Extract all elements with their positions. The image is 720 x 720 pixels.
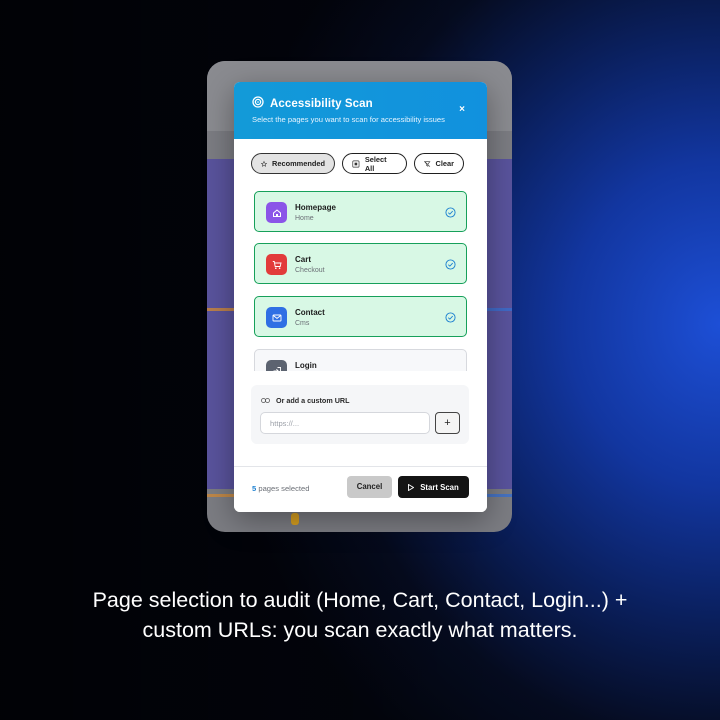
background-divider	[207, 494, 235, 497]
select-all-label: Select All	[364, 154, 387, 173]
custom-url-label: Or add a custom URL	[276, 396, 350, 405]
check-circle-icon	[445, 207, 456, 218]
page-card-cart[interactable]: Cart Checkout	[254, 243, 467, 284]
select-all-icon	[352, 160, 360, 167]
marketing-caption: Page selection to audit (Home, Cart, Con…	[92, 588, 628, 642]
background-divider	[485, 308, 512, 311]
star-icon	[261, 160, 268, 167]
background-marker	[291, 513, 299, 525]
page-name: Cart	[295, 255, 312, 264]
home-icon	[266, 202, 287, 223]
page-type: Checkout	[295, 267, 325, 274]
link-icon	[261, 398, 270, 403]
page-name: Homepage	[295, 203, 336, 212]
dialog-header: Accessibility Scan Select the pages you …	[234, 82, 487, 139]
clear-filter-icon	[424, 160, 431, 167]
page-card-login[interactable]: Login	[254, 349, 467, 371]
custom-url-heading: Or add a custom URL	[261, 396, 349, 405]
background-divider	[485, 494, 512, 497]
cart-icon	[266, 254, 287, 275]
dialog-subtitle: Select the pages you want to scan for ac…	[252, 115, 445, 124]
start-scan-button[interactable]: Start Scan	[398, 476, 469, 498]
mail-icon	[266, 307, 287, 328]
selected-count: 5 pages selected	[252, 484, 309, 493]
accessibility-scan-dialog: Accessibility Scan Select the pages you …	[234, 82, 487, 512]
clear-label: Clear	[435, 159, 455, 168]
filter-chips: Recommended Select All Clear	[251, 153, 464, 174]
play-icon	[408, 483, 415, 491]
dialog-title: Accessibility Scan	[270, 98, 373, 110]
check-circle-icon	[445, 259, 456, 270]
page-list[interactable]: Homepage Home Cart Checkout Contact Cms …	[254, 191, 467, 371]
custom-url-section: Or add a custom URL +	[251, 385, 469, 444]
page-name: Contact	[295, 308, 325, 317]
recommended-button[interactable]: Recommended	[251, 153, 335, 174]
login-icon	[266, 360, 287, 371]
select-all-button[interactable]: Select All	[342, 153, 407, 174]
page-card-contact[interactable]: Contact Cms	[254, 296, 467, 337]
page-type: Cms	[295, 320, 310, 327]
page-card-homepage[interactable]: Homepage Home	[254, 191, 467, 232]
custom-url-input[interactable]	[260, 412, 430, 434]
cancel-button[interactable]: Cancel	[347, 476, 392, 498]
background-divider	[207, 308, 235, 311]
dialog-footer: 5 pages selected Cancel Start Scan	[234, 466, 487, 512]
check-circle-icon	[445, 312, 456, 323]
scan-target-icon	[252, 95, 264, 113]
add-url-button[interactable]: +	[435, 412, 460, 434]
page-name: Login	[295, 361, 317, 370]
close-icon[interactable]: ×	[457, 105, 467, 115]
start-scan-label: Start Scan	[420, 482, 459, 492]
selected-count-suffix: pages selected	[256, 484, 310, 493]
page-type: Home	[295, 215, 314, 222]
clear-button[interactable]: Clear	[414, 153, 464, 174]
recommended-label: Recommended	[272, 159, 325, 168]
